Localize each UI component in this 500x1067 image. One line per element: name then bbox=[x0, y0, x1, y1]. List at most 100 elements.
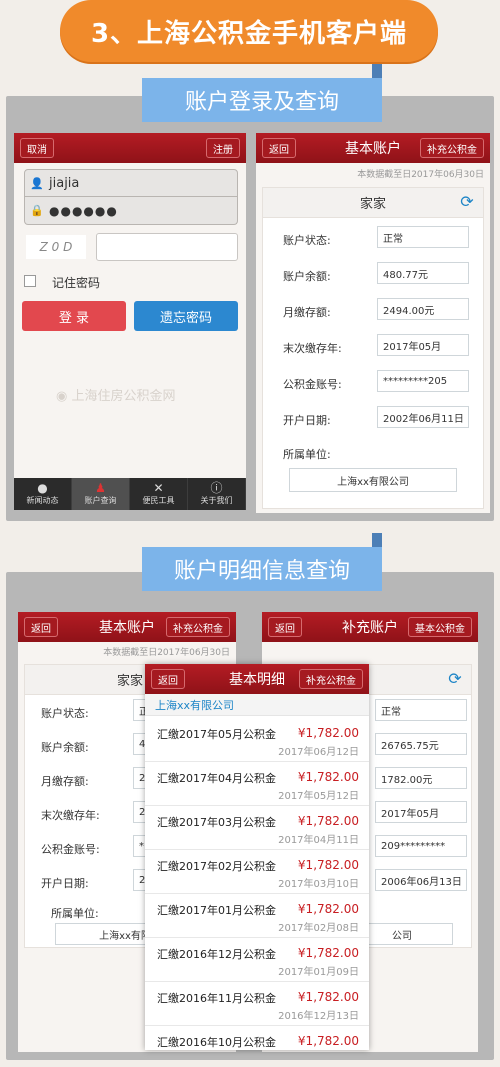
back-button-3[interactable]: 返回 bbox=[268, 617, 302, 637]
cancel-button[interactable]: 取消 bbox=[20, 138, 54, 158]
section-tag-label-2: 账户明细信息查询 bbox=[173, 559, 350, 584]
monthly-label: 月缴存额: bbox=[283, 306, 331, 319]
captcha-input[interactable] bbox=[96, 233, 238, 261]
detail-row[interactable]: 汇缴2017年04月公积金 ¥1,782.00 2017年05月12日 bbox=[145, 762, 369, 806]
nav-tools[interactable]: ✕ 便民工具 bbox=[130, 478, 188, 510]
detail-back-button[interactable]: 返回 bbox=[151, 669, 185, 689]
watermark-text: 上海住房公积金网 bbox=[71, 389, 176, 404]
detail-row[interactable]: 汇缴2017年02月公积金 ¥1,782.00 2017年03月10日 bbox=[145, 850, 369, 894]
supp-status-text: 正常 bbox=[381, 706, 401, 718]
section-tag-login: 账户登录及查询 bbox=[142, 78, 382, 122]
supp2-label: 补充公积金 bbox=[173, 623, 223, 635]
basic-title-text: 基本账户 bbox=[345, 141, 401, 157]
monthly-label-2: 月缴存额: bbox=[41, 775, 89, 788]
balance-text: 480.77元 bbox=[383, 269, 428, 281]
detail-supp-button[interactable]: 补充公积金 bbox=[299, 669, 363, 689]
supp-fund-button-2[interactable]: 补充公积金 bbox=[166, 617, 230, 637]
last-year-label: 末次缴存年: bbox=[283, 342, 342, 355]
detail-row[interactable]: 汇缴2017年01月公积金 ¥1,782.00 2017年02月08日 bbox=[145, 894, 369, 938]
back2-label: 返回 bbox=[31, 623, 51, 635]
detail-supp-label: 补充公积金 bbox=[306, 675, 356, 687]
nav-about[interactable]: ⓘ 关于我们 bbox=[188, 478, 246, 510]
account-owner: 家家 bbox=[263, 188, 483, 218]
supp-balance-text: 26765.75元 bbox=[381, 740, 439, 752]
account-no-text: *********205 bbox=[383, 375, 448, 387]
last-year-value: 2017年05月 bbox=[377, 334, 469, 356]
detail-company-text: 上海xx有限公司 bbox=[155, 698, 235, 712]
back-button[interactable]: 返回 bbox=[262, 138, 296, 158]
status-label: 账户状态: bbox=[283, 234, 331, 247]
account-no-value: *********205 bbox=[377, 370, 469, 392]
page-banner: 3、上海公积金手机客户端 bbox=[60, 0, 438, 62]
detail-screen: 基本明细 返回 补充公积金 上海xx有限公司 汇缴2017年05月公积金 ¥1,… bbox=[145, 664, 369, 1050]
nav-account-query[interactable]: ♟ 账户查询 bbox=[72, 478, 130, 510]
open-date-value: 2002年06月11日 bbox=[377, 406, 469, 428]
section-tag-label: 账户登录及查询 bbox=[184, 90, 339, 115]
password-field[interactable]: 🔒 ●●●●●● bbox=[24, 197, 238, 225]
login-button-label: 登 录 bbox=[58, 310, 90, 326]
bottom-nav: ● 新闻动态 ♟ 账户查询 ✕ 便民工具 ⓘ 关于我们 bbox=[14, 478, 246, 510]
forgot-button-label: 遗忘密码 bbox=[159, 310, 212, 326]
row-date: 2016年12月13日 bbox=[278, 1011, 359, 1022]
supp-balance-value: 26765.75元 bbox=[375, 733, 467, 755]
supp-open-date-value: 2006年06月13日 bbox=[375, 869, 467, 891]
detail-row[interactable]: 汇缴2017年03月公积金 ¥1,782.00 2017年04月11日 bbox=[145, 806, 369, 850]
row-label: 汇缴2017年04月公积金 bbox=[157, 772, 276, 785]
watermark: ◉ 上海住房公积金网 bbox=[56, 385, 176, 404]
nav-tools-label: 便民工具 bbox=[142, 496, 175, 505]
password-value: ●●●●●● bbox=[49, 203, 118, 218]
company-text: 上海xx有限公司 bbox=[337, 476, 409, 488]
last-year-label-2: 末次缴存年: bbox=[41, 809, 100, 822]
login-button[interactable]: 登 录 bbox=[22, 301, 126, 331]
status-value: 正常 bbox=[377, 226, 469, 248]
refresh-icon-2[interactable]: ⟳ bbox=[447, 671, 463, 687]
register-button[interactable]: 注册 bbox=[206, 138, 240, 158]
detail-row[interactable]: 汇缴2017年05月公积金 ¥1,782.00 2017年06月12日 bbox=[145, 718, 369, 762]
refresh-icon[interactable]: ⟳ bbox=[459, 194, 475, 210]
forgot-password-button[interactable]: 遗忘密码 bbox=[134, 301, 238, 331]
row-label: 汇缴2017年03月公积金 bbox=[157, 816, 276, 829]
account-no-label-2: 公积金账号: bbox=[41, 843, 100, 856]
captcha-text: Z 0 D bbox=[39, 240, 73, 254]
row-label: 汇缴2017年01月公积金 bbox=[157, 904, 276, 917]
row-amount: ¥1,782.00 bbox=[297, 990, 359, 1004]
login-screen: 取消 注册 👤 jiajia 🔒 ●●●●●● Z 0 D 记住密码 登 录 遗… bbox=[14, 133, 246, 510]
register-label: 注册 bbox=[213, 144, 233, 156]
account-no2-text: * bbox=[139, 840, 144, 852]
nav-news-label: 新闻动态 bbox=[26, 496, 59, 505]
username-field[interactable]: 👤 jiajia bbox=[24, 169, 238, 197]
owner-name: 家家 bbox=[359, 197, 386, 212]
supp-monthly-value: 1782.00元 bbox=[375, 767, 467, 789]
detail-row[interactable]: 汇缴2016年10月公积金 ¥1,782.00 bbox=[145, 1026, 369, 1050]
nav-account-label: 账户查询 bbox=[84, 496, 117, 505]
detail-title-text: 基本明细 bbox=[229, 672, 285, 688]
detail-row[interactable]: 汇缴2016年12月公积金 ¥1,782.00 2017年01月09日 bbox=[145, 938, 369, 982]
row-date: 2017年05月12日 bbox=[278, 791, 359, 802]
tools-icon: ✕ bbox=[153, 481, 164, 495]
row-label: 汇缴2016年10月公积金 bbox=[157, 1036, 276, 1049]
status-text: 正常 bbox=[383, 233, 403, 245]
balance-label: 账户余额: bbox=[283, 270, 331, 283]
remember-checkbox[interactable] bbox=[24, 275, 36, 287]
row-date: 2017年04月11日 bbox=[278, 835, 359, 846]
supp-fund-button[interactable]: 补充公积金 bbox=[420, 138, 484, 158]
cancel-label: 取消 bbox=[27, 144, 47, 156]
nav-news[interactable]: ● 新闻动态 bbox=[14, 478, 72, 510]
back-button-2[interactable]: 返回 bbox=[24, 617, 58, 637]
captcha-image[interactable]: Z 0 D bbox=[26, 235, 86, 259]
row-label: 汇缴2016年11月公积金 bbox=[157, 992, 276, 1005]
monthly-text: 2494.00元 bbox=[383, 305, 435, 317]
balance-label-2: 账户余额: bbox=[41, 741, 89, 754]
row-label: 汇缴2016年12月公积金 bbox=[157, 948, 276, 961]
section-tag-detail: 账户明细信息查询 bbox=[142, 547, 382, 591]
detail-row[interactable]: 汇缴2016年11月公积金 ¥1,782.00 2016年12月13日 bbox=[145, 982, 369, 1026]
row-date: 2017年06月12日 bbox=[278, 747, 359, 758]
row-label: 汇缴2017年02月公积金 bbox=[157, 860, 276, 873]
back3-label: 返回 bbox=[275, 623, 295, 635]
basic-fund-button[interactable]: 基本公积金 bbox=[408, 617, 472, 637]
info-icon: ⓘ bbox=[210, 481, 223, 495]
detail-company: 上海xx有限公司 bbox=[145, 694, 369, 716]
balance-value: 480.77元 bbox=[377, 262, 469, 284]
open-date-text: 2002年06月11日 bbox=[383, 413, 464, 425]
user-icon: 👤 bbox=[30, 176, 44, 190]
